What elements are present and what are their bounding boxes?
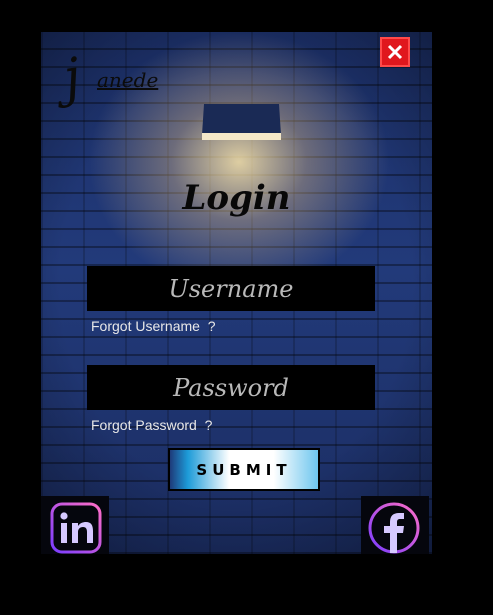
submit-label: SUBMIT: [196, 460, 292, 479]
forgot-username-link[interactable]: Forgot Username ?: [91, 318, 216, 334]
facebook-tile: [361, 496, 429, 554]
forgot-password-link[interactable]: Forgot Password ?: [91, 417, 212, 433]
close-icon: [387, 44, 403, 60]
facebook-icon[interactable]: [367, 501, 421, 554]
logo-initial: j: [59, 47, 85, 109]
logo-text: anede: [97, 68, 159, 92]
username-input[interactable]: [87, 266, 375, 311]
linkedin-tile: [41, 496, 109, 554]
close-button[interactable]: [380, 37, 410, 67]
password-input[interactable]: [87, 365, 375, 410]
wall-lamp-icon: [202, 104, 281, 140]
submit-button[interactable]: SUBMIT: [168, 448, 320, 491]
janede-logo: j anede: [59, 47, 169, 124]
login-title: Login: [182, 178, 291, 218]
linkedin-icon[interactable]: [50, 502, 102, 554]
login-window: j anede Login Forgot Username ? Forgot P…: [41, 32, 432, 554]
